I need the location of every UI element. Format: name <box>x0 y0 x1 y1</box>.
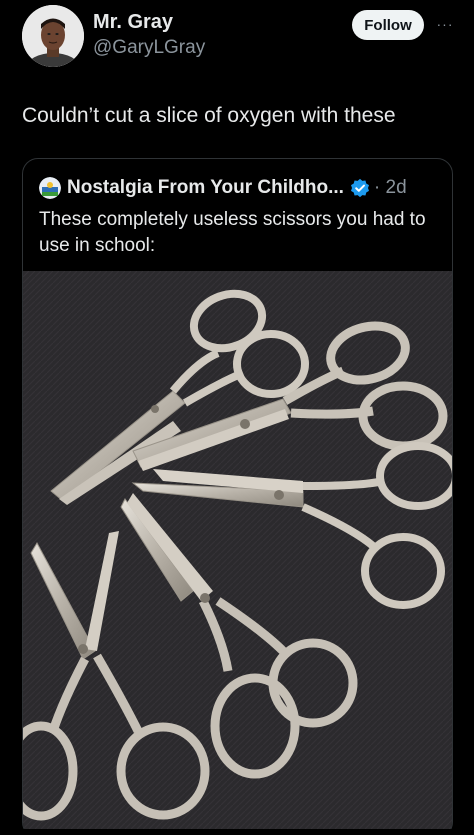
author-avatar[interactable] <box>22 5 84 67</box>
author-handle[interactable]: @GaryLGray <box>93 36 205 60</box>
author-names: Mr. Gray @GaryLGray <box>93 10 205 60</box>
avatar-photo-icon <box>22 5 84 67</box>
quoted-tweet-card[interactable]: Nostalgia From Your Childho... · 2d Thes… <box>22 158 453 835</box>
scissors-photo-icon <box>23 271 452 835</box>
more-options-icon[interactable]: ··· <box>433 14 457 34</box>
verified-badge-icon <box>350 178 369 198</box>
quoted-tweet-text: These completely useless scissors you ha… <box>39 209 426 256</box>
author-display-name[interactable]: Mr. Gray <box>93 10 205 34</box>
nostalgia-logo-icon <box>39 177 61 199</box>
tweet-text: Couldn’t cut a slice of oxygen with thes… <box>22 104 396 127</box>
quoted-tweet-time[interactable]: · 2d <box>374 177 407 199</box>
quoted-author-avatar[interactable] <box>39 177 61 199</box>
follow-button[interactable]: Follow <box>352 10 424 40</box>
quoted-tweet-header: Nostalgia From Your Childho... · 2d <box>39 177 407 199</box>
bottom-edge <box>0 829 474 835</box>
tweet-header: Mr. Gray @GaryLGray Follow ··· <box>0 0 474 72</box>
quoted-author-name[interactable]: Nostalgia From Your Childho... <box>67 177 344 199</box>
quoted-tweet-photo[interactable] <box>23 271 452 835</box>
